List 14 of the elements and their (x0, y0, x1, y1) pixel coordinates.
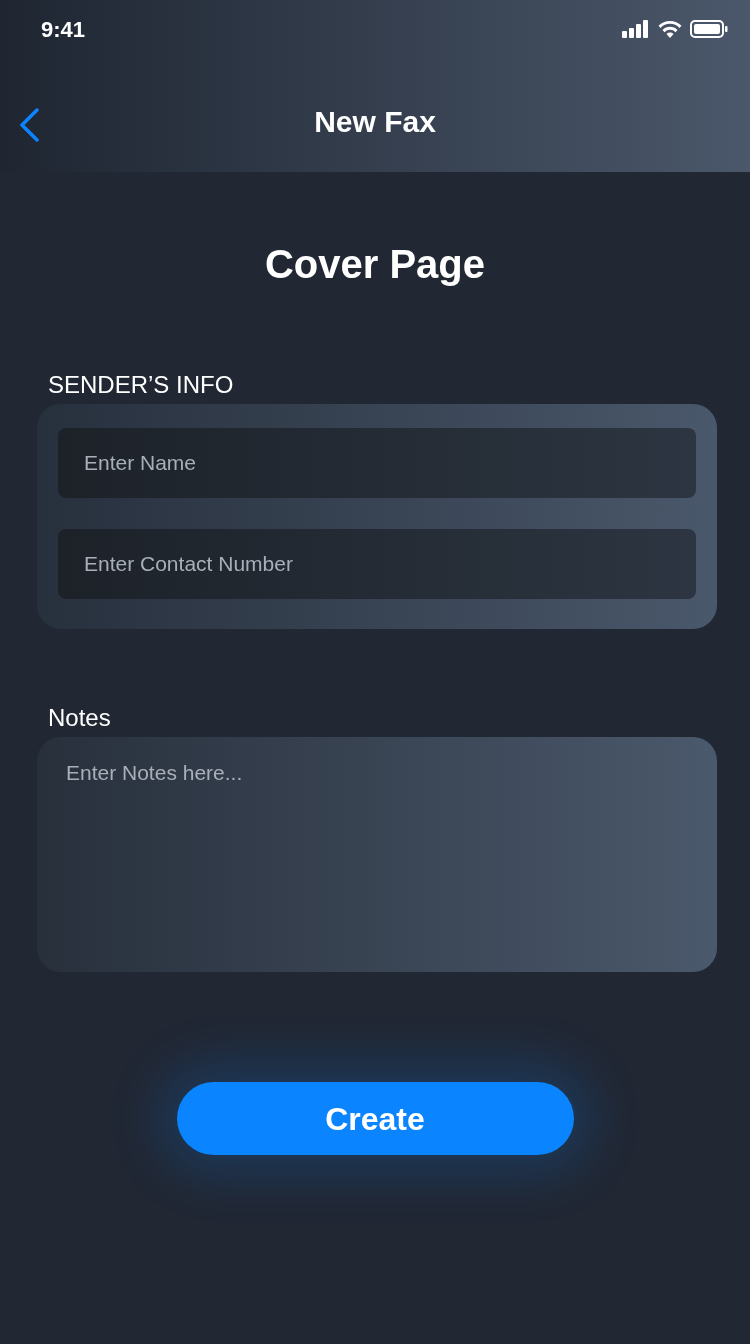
page-title: Cover Page (263, 241, 487, 288)
battery-icon (690, 20, 728, 38)
back-button[interactable] (18, 108, 40, 142)
section-label: SENDER’S INFO (48, 370, 235, 400)
create-button[interactable]: Create (176, 1082, 574, 1155)
notes-field[interactable]: Enter Notes here... (37, 737, 717, 972)
back-icon (18, 108, 40, 142)
section-label: Notes (48, 703, 112, 733)
wifi-icon (658, 20, 682, 38)
signal-icon (622, 20, 650, 38)
header-title: New Fax (314, 103, 436, 140)
input-field[interactable]: Enter Contact Number (58, 529, 696, 599)
status-time: 9:41 (41, 15, 86, 44)
input-field[interactable]: Enter Name (58, 428, 696, 498)
